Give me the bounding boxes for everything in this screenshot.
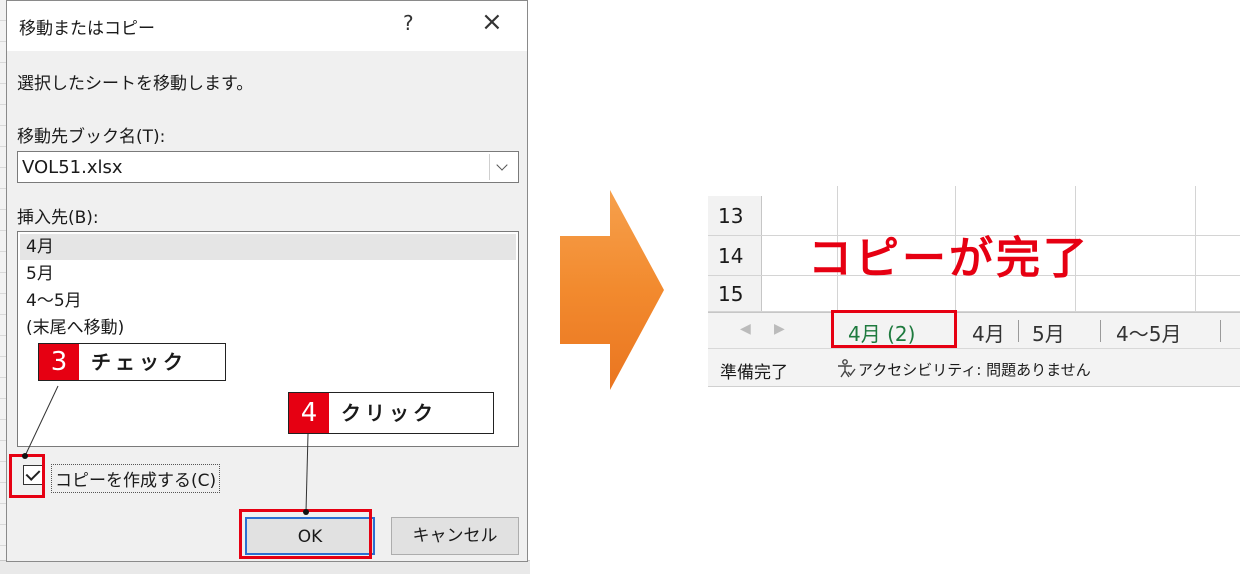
callout-step-number: 3	[39, 344, 79, 380]
accessibility-icon[interactable]	[834, 357, 856, 379]
tab-separator	[1100, 320, 1101, 342]
tab-april-may[interactable]: 4～5月	[1116, 318, 1181, 347]
sheet-tab-bar: ◀ ▶ 4月 (2) 4月 5月 4～5月	[708, 312, 1240, 348]
tab-separator	[1018, 320, 1019, 342]
callout-step-number: 4	[289, 393, 329, 433]
row-header[interactable]: 13	[708, 196, 762, 235]
scroll-left-icon[interactable]: ◀	[740, 321, 751, 337]
status-bar: 準備完了 アクセシビリティ: 問題ありません	[708, 348, 1240, 386]
excel-sheet-preview: 13 14 15 ◀ ▶ 4月 (2) 4月 5月 4～5月 準備完了 アクセシ…	[708, 186, 1240, 387]
tab-separator	[1220, 320, 1221, 342]
new-tab-highlight-frame	[831, 310, 957, 348]
copy-complete-annotation: コピーが完了	[808, 233, 1090, 284]
orange-right-arrow-icon	[560, 190, 664, 390]
status-accessibility[interactable]: アクセシビリティ: 問題ありません	[858, 359, 1091, 380]
status-ready: 準備完了	[720, 363, 788, 383]
callout-step-3: 3 チェック	[38, 343, 226, 381]
scroll-right-icon[interactable]: ▶	[774, 321, 785, 337]
tab-april[interactable]: 4月	[972, 318, 1005, 347]
callout-step-text: チェック	[91, 350, 187, 374]
row-header[interactable]: 14	[708, 236, 762, 275]
tab-may[interactable]: 5月	[1032, 318, 1065, 347]
row-header[interactable]: 15	[708, 276, 762, 311]
callout-step-text: クリック	[341, 401, 437, 425]
callout-step-4: 4 クリック	[288, 392, 494, 434]
